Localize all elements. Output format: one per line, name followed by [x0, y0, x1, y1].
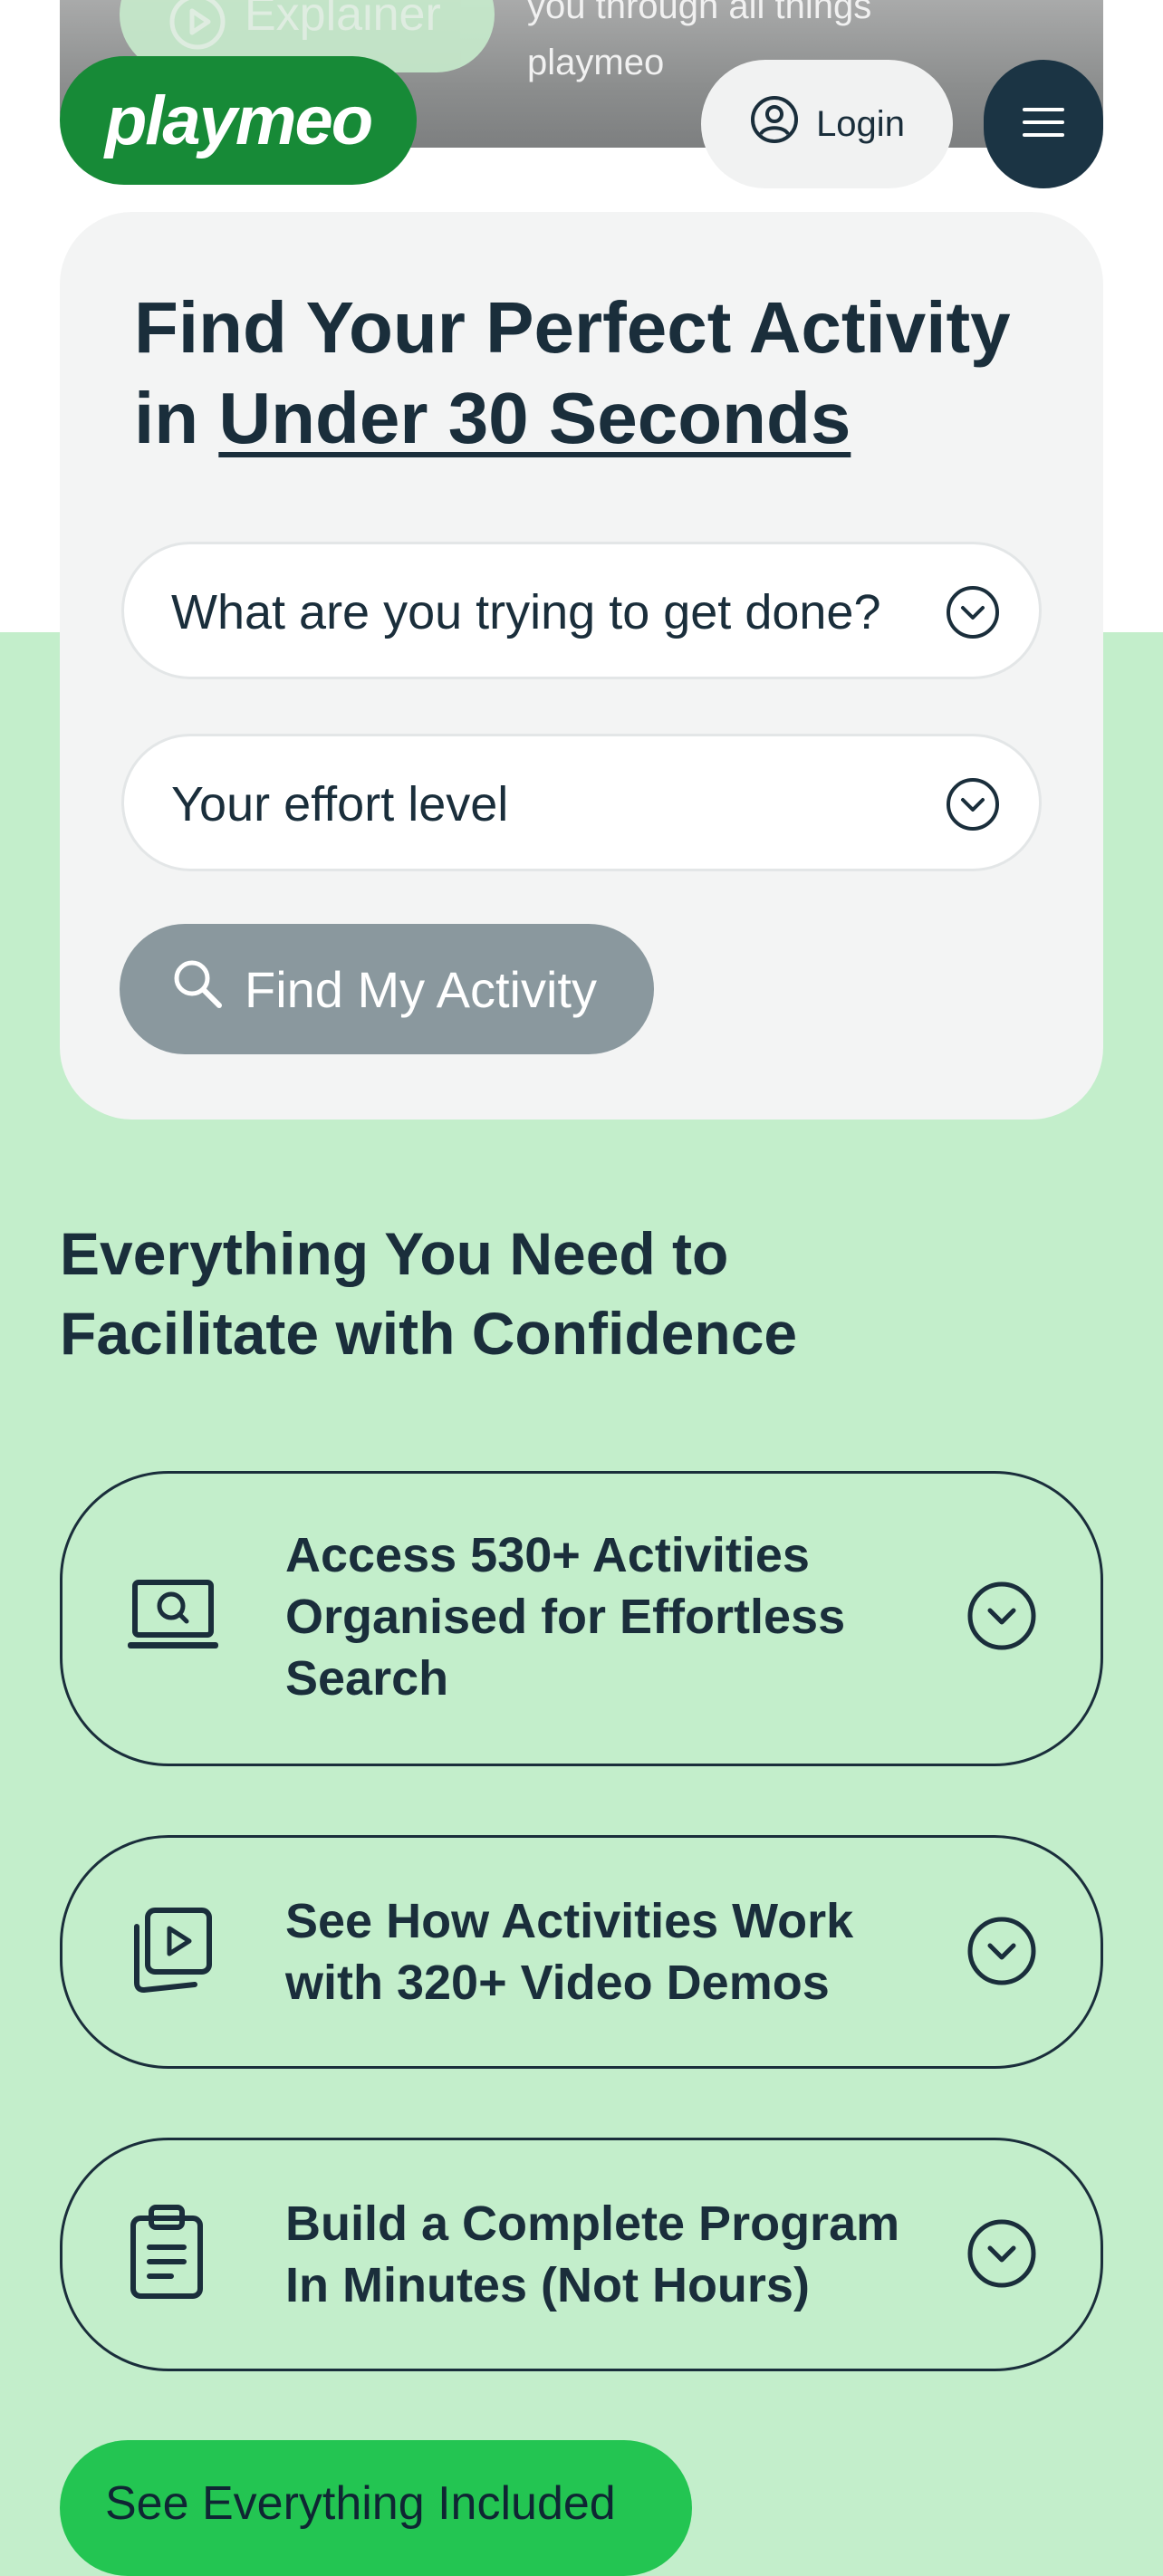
finder-title: Find Your Perfect Activity in Under 30 S…	[134, 283, 1058, 464]
feature-label: Build a Complete Program In Minutes (Not…	[285, 2196, 900, 2312]
features-title: Everything You Need to Facilitate with C…	[60, 1220, 798, 1367]
see-everything-label: See Everything Included	[105, 2477, 616, 2530]
chevron-down-icon	[945, 584, 1001, 645]
effort-select-placeholder: Your effort level	[171, 777, 509, 831]
finder-title-underlined: Under 30 Seconds	[218, 378, 851, 458]
login-button[interactable]: Login	[701, 60, 953, 188]
user-icon	[749, 94, 800, 154]
goal-select[interactable]: What are you trying to get done?	[121, 542, 1042, 679]
goal-select-placeholder: What are you trying to get done?	[171, 585, 881, 639]
search-icon	[170, 956, 225, 1023]
clipboard-icon	[126, 2204, 207, 2306]
find-activity-button[interactable]: Find My Activity	[120, 924, 654, 1054]
playmeo-logo[interactable]: playmeo	[60, 56, 417, 185]
effort-select[interactable]: Your effort level	[121, 734, 1042, 871]
feature-item-activities[interactable]: Access 530+ Activities Organised for Eff…	[60, 1471, 1103, 1766]
see-everything-button[interactable]: See Everything Included	[60, 2440, 692, 2576]
feature-item-program[interactable]: Build a Complete Program In Minutes (Not…	[60, 2138, 1103, 2371]
video-play-icon	[126, 1903, 216, 2002]
laptop-search-icon	[126, 1577, 220, 1663]
feature-item-videos[interactable]: See How Activities Work with 320+ Video …	[60, 1835, 1103, 2069]
activity-finder-card: Find Your Perfect Activity in Under 30 S…	[60, 212, 1103, 1120]
chevron-down-icon	[945, 776, 1001, 837]
chevron-down-icon	[966, 1916, 1037, 1991]
chevron-down-icon	[966, 2218, 1037, 2293]
login-label: Login	[816, 103, 905, 144]
play-icon	[168, 0, 226, 55]
feature-label: Access 530+ Activities Organised for Eff…	[285, 1528, 846, 1706]
logo-text: playmeo	[104, 82, 373, 159]
menu-button[interactable]	[984, 60, 1103, 188]
explainer-label: Explainer	[245, 0, 441, 41]
hamburger-icon	[1021, 104, 1066, 145]
find-activity-label: Find My Activity	[245, 960, 597, 1018]
chevron-down-icon	[966, 1581, 1037, 1656]
feature-label: See How Activities Work with 320+ Video …	[285, 1894, 854, 2010]
